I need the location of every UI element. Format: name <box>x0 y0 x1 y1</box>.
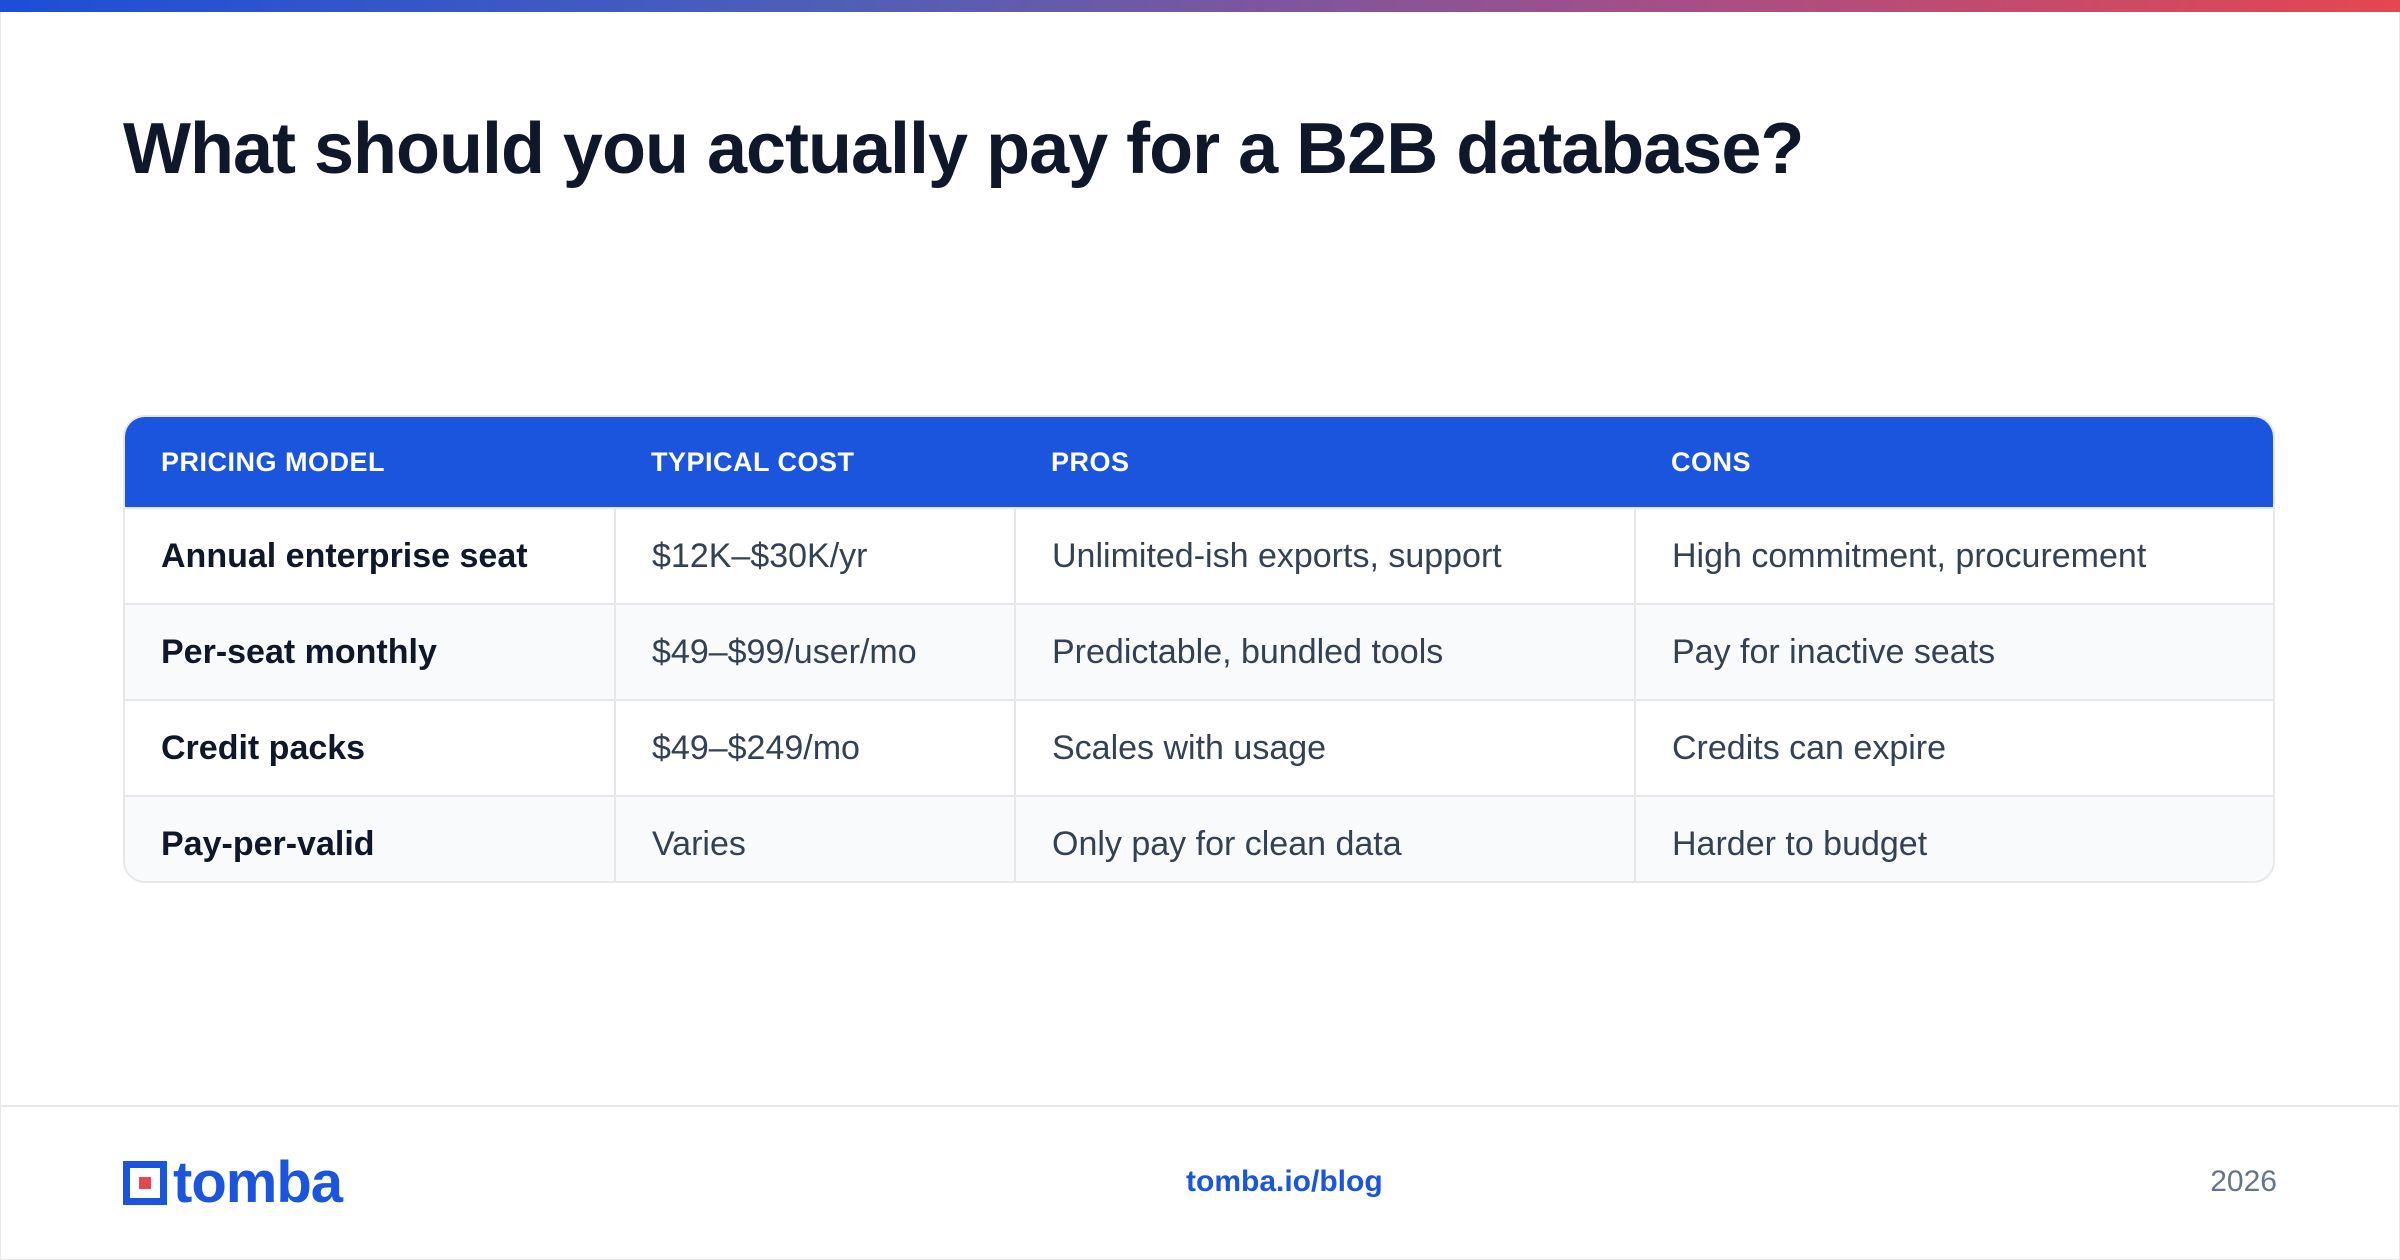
header-pricing-model: PRICING MODEL <box>125 417 615 508</box>
blog-link[interactable]: tomba.io/blog <box>1186 1165 1383 1199</box>
cell-cons: Harder to budget <box>1634 795 2273 881</box>
logo-text: tomba <box>173 1150 343 1215</box>
table-header-row: PRICING MODEL TYPICAL COST PROS CONS <box>125 417 2273 508</box>
cell-typical-cost: $12K–$30K/yr <box>614 507 1015 604</box>
header-cons: CONS <box>1635 417 2273 508</box>
cell-pros: Scales with usage <box>1014 699 1635 796</box>
cell-typical-cost: $49–$99/user/mo <box>614 603 1015 700</box>
cell-typical-cost: $49–$249/mo <box>614 699 1015 796</box>
table-row: Per-seat monthly $49–$99/user/mo Predict… <box>125 603 2273 700</box>
table-row: Annual enterprise seat $12K–$30K/yr Unli… <box>125 507 2273 604</box>
footer-year: 2026 <box>2210 1165 2277 1198</box>
cell-pricing-model: Pay-per-valid <box>125 795 615 881</box>
page-title: What should you actually pay for a B2B d… <box>123 109 1804 189</box>
cell-pricing-model: Annual enterprise seat <box>125 507 615 604</box>
table-row: Credit packs $49–$249/mo Scales with usa… <box>125 699 2273 796</box>
gradient-top-bar <box>0 0 2400 12</box>
header-typical-cost: TYPICAL COST <box>615 417 1015 508</box>
cell-typical-cost: Varies <box>614 795 1015 881</box>
logo-mark-icon <box>123 1161 167 1205</box>
cell-pricing-model: Credit packs <box>125 699 615 796</box>
table-row: Pay-per-valid Varies Only pay for clean … <box>125 795 2273 881</box>
header-pros: PROS <box>1015 417 1635 508</box>
pricing-table-container: PRICING MODEL TYPICAL COST PROS CONS Ann… <box>123 415 2275 883</box>
tomba-logo[interactable]: tomba <box>123 1154 343 1212</box>
pricing-table: PRICING MODEL TYPICAL COST PROS CONS Ann… <box>125 417 2273 881</box>
cell-cons: Credits can expire <box>1634 699 2273 796</box>
cell-pros: Predictable, bundled tools <box>1014 603 1635 700</box>
footer-divider <box>0 1105 2400 1107</box>
cell-cons: High commitment, procurement <box>1634 507 2273 604</box>
cell-pricing-model: Per-seat monthly <box>125 603 615 700</box>
cell-cons: Pay for inactive seats <box>1634 603 2273 700</box>
cell-pros: Only pay for clean data <box>1014 795 1635 881</box>
cell-pros: Unlimited-ish exports, support <box>1014 507 1635 604</box>
